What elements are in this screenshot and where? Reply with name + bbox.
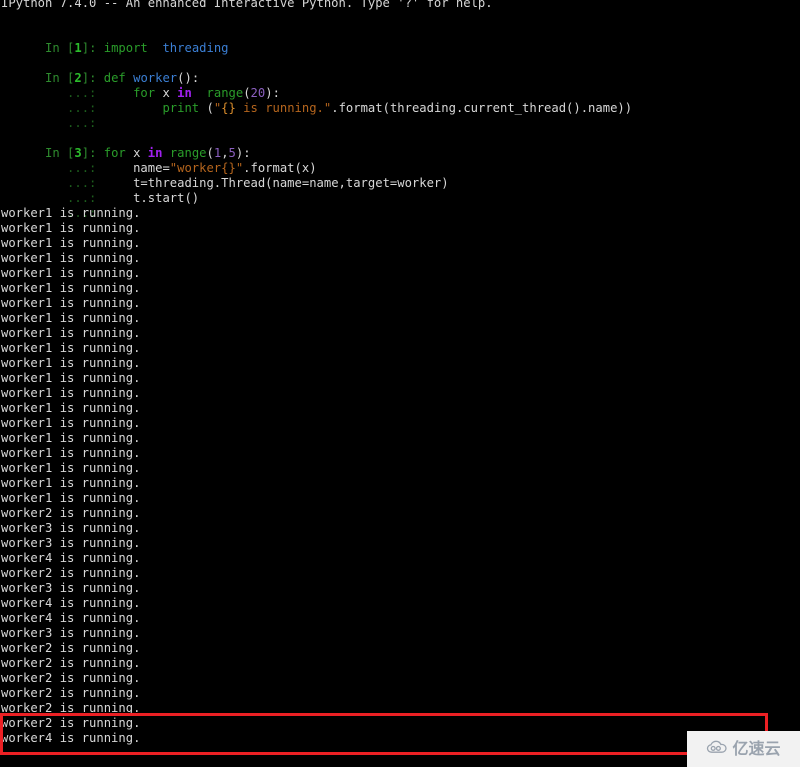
code-tokens-cont: for x in range(20):: [133, 86, 280, 100]
input-cell-1[interactable]: In [1]: import threading: [0, 26, 800, 55]
output-line: worker1 is running.: [1, 356, 141, 370]
prompt-number-2: 2: [74, 71, 82, 85]
prompt-in-close: ]:: [81, 146, 104, 160]
prompt-continuation: ...:: [45, 116, 104, 130]
output-line: worker4 is running.: [1, 551, 141, 565]
ipython-banner: IPython 7.4.0 -- An enhanced Interactive…: [1, 0, 493, 10]
output-line: worker1 is running.: [1, 371, 141, 385]
prompt-number-1: 1: [74, 41, 82, 55]
output-line: worker2 is running.: [1, 566, 141, 580]
code-tokens-cell-3: for x in range(1,5):: [103, 146, 251, 160]
output-line: worker2 is running.: [1, 656, 141, 670]
prompt-continuation: ...:: [45, 101, 104, 115]
terminal-screen: IPython 7.4.0 -- An enhanced Interactive…: [0, 0, 800, 746]
prompt-in-close: ]:: [81, 41, 104, 55]
output-line: worker3 is running.: [1, 536, 141, 550]
output-line: worker1 is running.: [1, 431, 141, 445]
output-line: worker4 is running.: [1, 596, 141, 610]
output-line: worker1 is running.: [1, 461, 141, 475]
watermark: 亿速云: [687, 731, 800, 767]
output-line: worker3 is running.: [1, 581, 141, 595]
cloud-icon: [706, 740, 728, 758]
code-tokens-cont: t.start(): [133, 191, 200, 205]
thread-output-block: worker1 is running. worker1 is running. wo…: [0, 206, 800, 746]
output-line: worker1 is running.: [1, 311, 141, 325]
output-line: worker2 is running.: [1, 506, 141, 520]
code-tokens-cont: name="worker{}".format(x): [133, 161, 317, 175]
code-tokens-cont: t=threading.Thread(name=name,target=work…: [133, 176, 449, 190]
output-line: worker1 is running.: [1, 206, 141, 220]
prompt-continuation: ...:: [45, 191, 104, 205]
output-line: worker2 is running.: [1, 641, 141, 655]
prompt-in-open: In [: [45, 41, 75, 55]
output-line: worker1 is running.: [1, 326, 141, 340]
output-line: worker1 is running.: [1, 416, 141, 430]
terminal-window[interactable]: IPython 7.4.0 -- An enhanced Interactive…: [0, 0, 800, 767]
output-line: worker4 is running.: [1, 611, 141, 625]
output-line: worker2 is running.: [1, 686, 141, 700]
output-line: worker3 is running.: [1, 626, 141, 640]
prompt-in-close: ]:: [81, 71, 104, 85]
output-line: worker3 is running.: [1, 521, 141, 535]
output-line: worker1 is running.: [1, 266, 141, 280]
prompt-number-3: 3: [74, 146, 82, 160]
output-line: worker2 is running.: [1, 701, 141, 715]
watermark-text: 亿速云: [732, 739, 781, 758]
prompt-continuation: ...:: [45, 86, 104, 100]
output-line: worker2 is running.: [1, 716, 141, 730]
output-line: worker1 is running.: [1, 281, 141, 295]
input-cell-3[interactable]: In [3]: for x in range(1,5):: [0, 131, 800, 160]
output-line: worker1 is running.: [1, 251, 141, 265]
prompt-continuation: ...:: [45, 161, 104, 175]
prompt-in-open: In [: [45, 146, 75, 160]
output-line: worker1 is running.: [1, 401, 141, 415]
output-line: worker1 is running.: [1, 341, 141, 355]
output-line: worker1 is running.: [1, 296, 141, 310]
output-line: worker1 is running.: [1, 476, 141, 490]
code-tokens-cell-1: import threading: [103, 41, 229, 55]
output-line: worker4 is running.: [1, 731, 141, 745]
code-tokens-cell-2: def worker():: [103, 71, 200, 85]
output-line: worker1 is running.: [1, 491, 141, 505]
output-line: worker1 is running.: [1, 236, 141, 250]
output-line: worker1 is running.: [1, 386, 141, 400]
input-cell-2[interactable]: In [2]: def worker():: [0, 56, 800, 85]
code-tokens-cont: print ("{} is running.".format(threading…: [162, 101, 633, 115]
prompt-continuation: ...:: [45, 176, 104, 190]
prompt-in-open: In [: [45, 71, 75, 85]
output-line: worker2 is running.: [1, 671, 141, 685]
output-line: worker1 is running.: [1, 221, 141, 235]
output-line: worker1 is running.: [1, 446, 141, 460]
